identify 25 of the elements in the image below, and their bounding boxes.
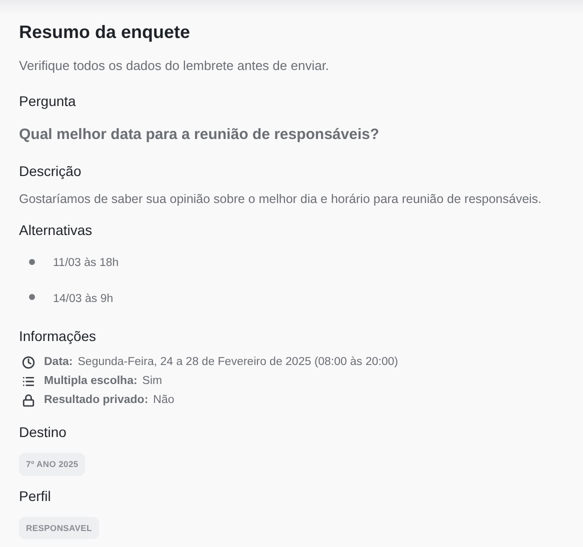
- info-value: Segunda-Feira, 24 a 28 de Fevereiro de 2025 (08:00 às 20:00): [78, 354, 398, 370]
- description-text: Gostaríamos de saber sua opinião sobre o melhor dia e horário para reunião de responsáveis.: [19, 190, 542, 208]
- section-label: Pergunta: [19, 92, 76, 111]
- tag: 7º ANO 2025: [19, 452, 86, 476]
- info-value: Sim: [142, 374, 162, 389]
- page-title: Resumo da enquete: [19, 21, 190, 44]
- tag: RESPONSAVEL: [19, 516, 99, 540]
- bullet-icon: [29, 294, 35, 300]
- lock-icon: [22, 394, 35, 407]
- info-label: Multipla escolha:: [44, 374, 138, 389]
- info-value: Não: [153, 392, 174, 408]
- bullet-icon: [29, 258, 35, 265]
- list-icon: [22, 374, 35, 388]
- info-label: Data:: [44, 354, 73, 370]
- info-label: Resultado privado:: [44, 392, 148, 408]
- section-label: Descrição: [19, 162, 82, 181]
- section-label: Destino: [19, 422, 66, 442]
- section-label: Informações: [19, 326, 96, 346]
- section-label: Alternativas: [19, 221, 92, 240]
- question-text: Qual melhor data para a reunião de responsáveis?: [19, 125, 380, 145]
- subtitle: Verifique todos os dados do lembrete antes de enviar.: [19, 56, 330, 75]
- section-label: Perfil: [19, 486, 51, 506]
- alternative-text: 11/03 às 18h: [53, 256, 119, 272]
- clock-icon: [22, 356, 35, 369]
- alternative-text: 14/03 às 9h: [53, 292, 114, 306]
